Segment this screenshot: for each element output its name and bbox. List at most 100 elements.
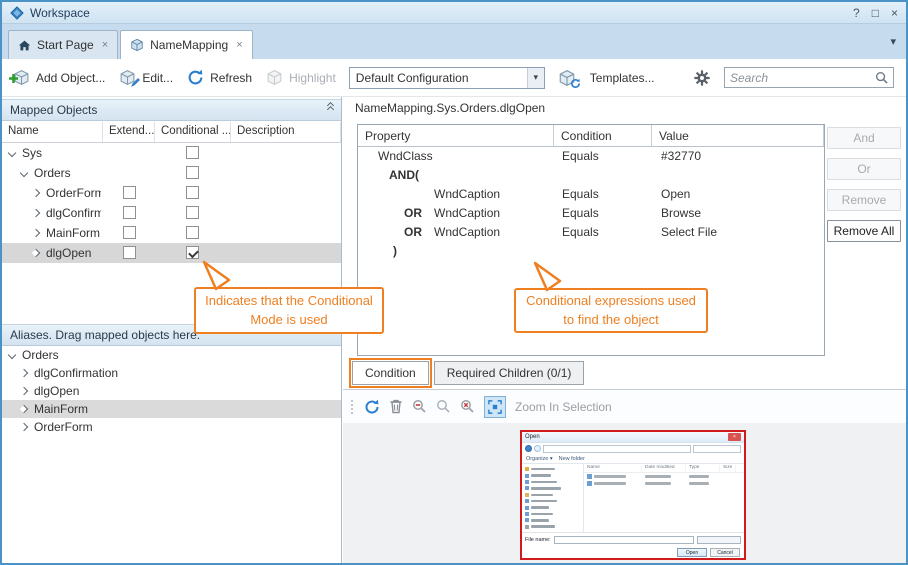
help-button[interactable]: ?: [853, 6, 860, 20]
conditional-mode-checkbox[interactable]: [186, 226, 199, 239]
configuration-select[interactable]: Default Configuration ▾: [349, 67, 545, 89]
column-header-property[interactable]: Property: [358, 125, 554, 146]
column-header-extended[interactable]: Extend...: [103, 122, 155, 142]
tree-item-label: Orders: [34, 163, 71, 183]
condition-value: Select File: [652, 223, 824, 242]
chevron-down-icon[interactable]: [8, 351, 16, 359]
object-image-thumbnail[interactable]: Open × Organize ▾ New folder: [520, 430, 746, 560]
zoom-reset-icon[interactable]: [460, 399, 475, 414]
or-operator: OR: [404, 204, 422, 223]
document-tab-strip: Start Page × NameMapping × ▾: [2, 24, 906, 59]
column-header-value[interactable]: Value: [652, 125, 824, 146]
search-icon: [875, 71, 888, 84]
alias-item-dlgconfirmation[interactable]: dlgConfirmation: [2, 364, 341, 382]
and-button[interactable]: And: [827, 127, 901, 149]
conditional-mode-checkbox[interactable]: [186, 246, 199, 259]
manage-configurations-icon[interactable]: [558, 69, 577, 87]
condition-value: Browse: [652, 204, 824, 223]
tab-list-dropdown-icon[interactable]: ▾: [890, 35, 900, 48]
window-title: Workspace: [30, 6, 90, 20]
column-header-name[interactable]: Name: [2, 122, 103, 142]
conditional-mode-checkbox[interactable]: [186, 186, 199, 199]
extended-find-checkbox[interactable]: [123, 226, 136, 239]
add-object-button[interactable]: Add Object...: [12, 69, 105, 87]
chevron-right-icon[interactable]: [32, 249, 40, 257]
tree-item-dlgconfirmation[interactable]: dlgConfirmation: [2, 203, 341, 223]
tab-label: Start Page: [37, 38, 94, 52]
chevron-right-icon[interactable]: [20, 423, 28, 431]
remove-button[interactable]: Remove: [827, 189, 901, 211]
tree-item-sys[interactable]: Sys: [2, 143, 341, 163]
edit-button[interactable]: Edit...: [118, 69, 173, 87]
search-input[interactable]: [730, 71, 875, 85]
chevron-right-icon[interactable]: [20, 369, 28, 377]
condition-row[interactable]: WndCaption Equals Open: [358, 185, 824, 204]
or-button[interactable]: Or: [827, 158, 901, 180]
highlight-button[interactable]: Highlight: [265, 69, 336, 87]
close-tab-icon[interactable]: ×: [236, 39, 242, 51]
column-header-description[interactable]: Description: [231, 122, 341, 142]
condition-row[interactable]: ORWndCaption Equals Select File: [358, 223, 824, 242]
column-header-condition[interactable]: Condition: [554, 125, 652, 146]
search-box[interactable]: [724, 67, 894, 88]
condition-row[interactable]: WndClass Equals #32770: [358, 147, 824, 166]
tree-item-dlgopen[interactable]: dlgOpen: [2, 243, 341, 263]
condition-group-open[interactable]: AND(: [358, 166, 824, 185]
tab-label: NameMapping: [150, 38, 228, 52]
refresh-icon: [186, 69, 205, 87]
tree-item-label: MainForm: [46, 223, 100, 243]
zoom-icon[interactable]: [436, 399, 451, 414]
extended-find-checkbox[interactable]: [123, 186, 136, 199]
property-name: WndCaption: [434, 206, 500, 220]
collapse-pane-icon[interactable]: [328, 104, 333, 116]
refresh-button[interactable]: Refresh: [186, 69, 252, 87]
settings-gear-icon[interactable]: [693, 69, 711, 87]
maximize-button[interactable]: □: [872, 6, 879, 20]
tab-condition[interactable]: Condition: [352, 361, 429, 385]
close-tab-icon[interactable]: ×: [102, 39, 108, 51]
chevron-right-icon[interactable]: [20, 405, 28, 413]
tab-required-children[interactable]: Required Children (0/1): [434, 361, 585, 385]
property-name: WndCaption: [434, 225, 500, 239]
dialog-address-bar: [522, 443, 744, 454]
zoom-out-icon[interactable]: [412, 399, 427, 414]
alias-item-dlgopen[interactable]: dlgOpen: [2, 382, 341, 400]
refresh-image-icon[interactable]: [364, 399, 380, 415]
close-button[interactable]: ×: [891, 6, 898, 20]
tree-item-orders[interactable]: Orders: [2, 163, 341, 183]
tab-namemapping[interactable]: NameMapping ×: [120, 30, 252, 59]
property-name: WndClass: [378, 149, 433, 163]
chevron-down-icon[interactable]: [8, 149, 16, 157]
templates-button[interactable]: Templates...: [590, 71, 655, 85]
zoom-in-selection-button[interactable]: [484, 396, 506, 418]
remove-all-button[interactable]: Remove All: [827, 220, 901, 242]
tree-item-mainform[interactable]: MainForm: [2, 223, 341, 243]
tree-item-orderform[interactable]: OrderForm: [2, 183, 341, 203]
extended-find-checkbox[interactable]: [123, 246, 136, 259]
chevron-down-icon[interactable]: [20, 169, 28, 177]
alias-item-orders[interactable]: Orders: [2, 346, 341, 364]
mapped-objects-tree: Sys Orders OrderForm dlgConfirmation: [2, 143, 341, 263]
delete-image-icon[interactable]: [389, 399, 403, 414]
conditional-mode-checkbox[interactable]: [186, 146, 199, 159]
chevron-right-icon[interactable]: [32, 229, 40, 237]
file-name-combobox: [554, 536, 694, 544]
extended-find-checkbox[interactable]: [123, 206, 136, 219]
column-header-conditional[interactable]: Conditional ...: [155, 122, 231, 142]
chevron-down-icon[interactable]: ▾: [527, 68, 544, 88]
chevron-right-icon[interactable]: [20, 387, 28, 395]
toolbar-grip[interactable]: [351, 400, 353, 414]
alias-item-mainform[interactable]: MainForm: [2, 400, 341, 418]
alias-item-orderform[interactable]: OrderForm: [2, 418, 341, 436]
chevron-right-icon[interactable]: [32, 189, 40, 197]
configuration-value: Default Configuration: [350, 71, 527, 85]
condition-group-close[interactable]: ): [358, 242, 824, 261]
group-operator: ): [393, 244, 397, 258]
tab-start-page[interactable]: Start Page ×: [8, 30, 118, 59]
conditional-mode-checkbox[interactable]: [186, 166, 199, 179]
image-preview-area: Open × Organize ▾ New folder: [343, 423, 906, 563]
chevron-right-icon[interactable]: [32, 209, 40, 217]
conditional-mode-checkbox[interactable]: [186, 206, 199, 219]
condition-row[interactable]: ORWndCaption Equals Browse: [358, 204, 824, 223]
mapped-objects-header: Mapped Objects: [2, 99, 341, 121]
